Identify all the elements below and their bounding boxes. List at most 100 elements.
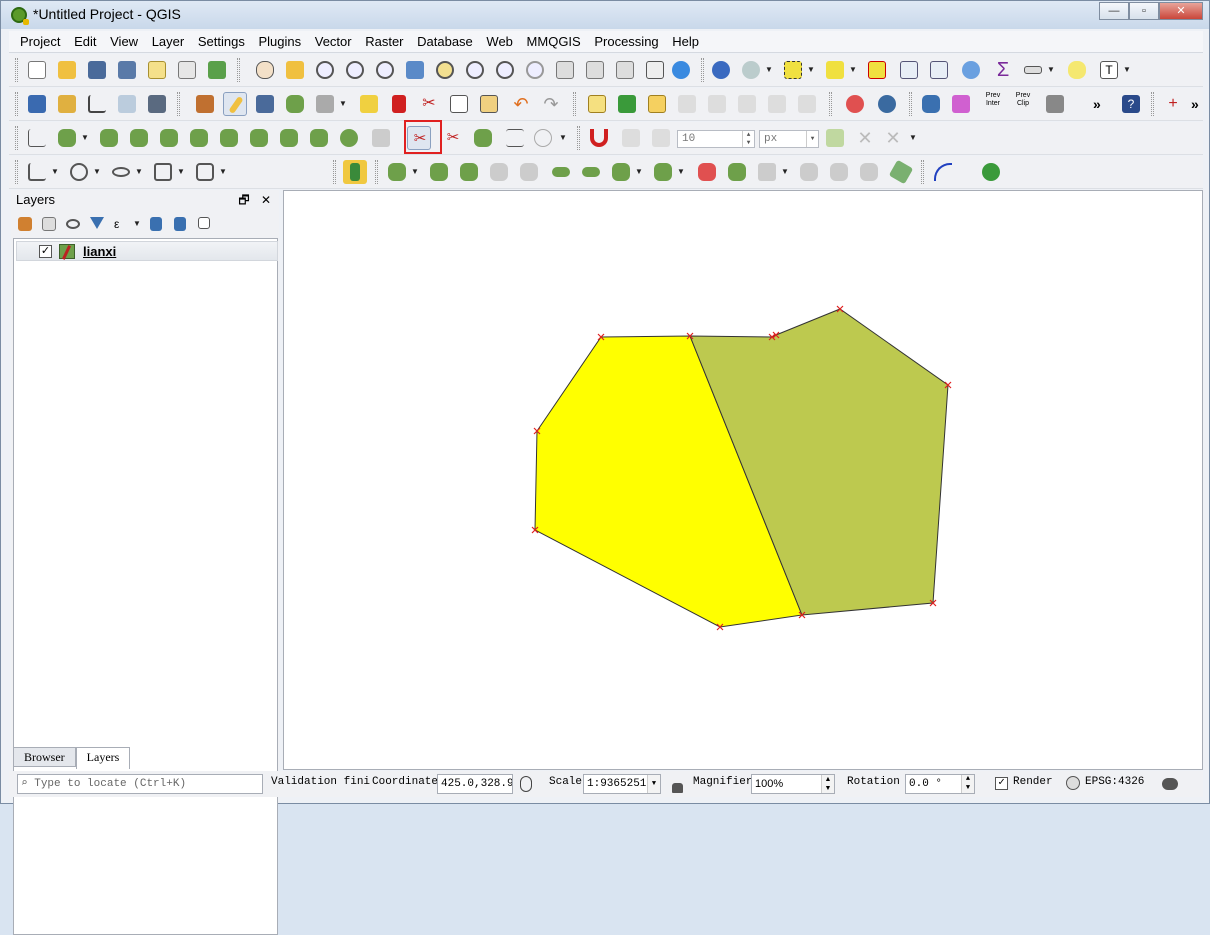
zoom-out-icon[interactable] <box>343 58 367 82</box>
field-calculator-sigma-icon[interactable]: Σ <box>991 58 1015 82</box>
zoom-native-icon[interactable] <box>373 58 397 82</box>
magnifier-spinbox[interactable]: 100% ▲ ▼ <box>751 774 835 794</box>
intersection-plugin-icon[interactable] <box>949 92 973 116</box>
split-features-scissors-icon[interactable]: ✂ <box>441 126 465 150</box>
collapse-all-icon[interactable] <box>171 214 191 234</box>
split-polygon-icon[interactable] <box>385 160 409 184</box>
chevron-down-icon[interactable]: ▼ <box>765 58 773 82</box>
label-layer-icon[interactable] <box>585 92 609 116</box>
text-annotation-icon[interactable]: T <box>1097 58 1121 82</box>
rotate-point-symbols-icon[interactable] <box>531 126 555 150</box>
pin-labels-icon[interactable] <box>675 92 699 116</box>
select-features-icon[interactable] <box>781 58 805 82</box>
zoom-full-icon[interactable] <box>403 58 427 82</box>
chevron-down-icon[interactable]: ▼ <box>909 126 917 150</box>
chevron-down-icon[interactable]: ▼ <box>81 126 89 150</box>
run-feature-action-icon[interactable] <box>739 58 763 82</box>
show-hide-labels-icon[interactable] <box>705 92 729 116</box>
chevron-down-icon[interactable]: ▼ <box>219 160 227 184</box>
locate-search-input[interactable]: ⌕ Type to locate (Ctrl+K) <box>17 774 263 794</box>
save-as-button[interactable] <box>115 58 139 82</box>
toolbar-grip[interactable] <box>701 58 704 82</box>
tab-browser[interactable]: Browser <box>13 747 76 767</box>
polygon-tool-1-icon[interactable] <box>427 160 451 184</box>
toolbar-grip[interactable] <box>15 160 18 184</box>
select-by-value-icon[interactable] <box>823 58 847 82</box>
spinbox-arrows-icon[interactable]: ▲ ▼ <box>961 775 974 793</box>
toolbox-gear-icon[interactable] <box>959 58 983 82</box>
menu-processing[interactable]: Processing <box>589 31 663 53</box>
toolbar-grip[interactable] <box>829 92 832 116</box>
snap-to-intersections-icon[interactable]: ✕ <box>881 126 905 150</box>
tab-layers[interactable]: Layers <box>75 747 131 769</box>
delete-ring-icon[interactable] <box>247 126 271 150</box>
chevron-down-icon[interactable]: ▼ <box>807 58 815 82</box>
toolbar-grip[interactable] <box>573 92 576 116</box>
move-label-icon[interactable] <box>735 92 759 116</box>
toolbar-grip[interactable] <box>15 92 18 116</box>
layer-visibility-checkbox[interactable]: ✓ <box>39 245 52 258</box>
zoom-last-icon[interactable] <box>493 58 517 82</box>
chevron-down-icon[interactable]: ▼ <box>177 160 185 184</box>
new-map-view-icon[interactable] <box>553 58 577 82</box>
snapping-magnet-icon[interactable] <box>587 126 611 150</box>
add-rectangle-icon[interactable] <box>151 160 175 184</box>
coordinate-field[interactable]: 425.0,328.9 <box>437 774 513 794</box>
paste-features-icon[interactable] <box>477 92 501 116</box>
rotate-feature-icon[interactable] <box>97 126 121 150</box>
toolbar-grip[interactable] <box>921 160 924 184</box>
modify-attributes-icon[interactable] <box>357 92 381 116</box>
toolbar-grip[interactable] <box>15 58 18 82</box>
map-canvas[interactable] <box>283 190 1203 770</box>
undo-icon[interactable]: ↶ <box>509 92 533 116</box>
merge-attributes-icon[interactable] <box>503 126 527 150</box>
preview-intersection-button[interactable]: Prev Inter <box>981 92 1005 116</box>
toolbar-grip[interactable] <box>1151 92 1154 116</box>
rotation-spinbox[interactable]: 0.0 ° ▲ ▼ <box>905 774 975 794</box>
chevron-down-icon[interactable]: ▼ <box>647 775 660 793</box>
add-polygon-feature-icon[interactable] <box>283 92 307 116</box>
save-layer-edits-icon[interactable] <box>253 92 277 116</box>
show-bookmarks-icon[interactable] <box>643 58 667 82</box>
layout-manager-button[interactable] <box>175 58 199 82</box>
spinbox-arrows-icon[interactable]: ▲ ▼ <box>821 775 834 793</box>
deselect-features-icon[interactable] <box>865 58 889 82</box>
toolbar-grip[interactable] <box>577 126 580 150</box>
polygon-tool-12-icon[interactable] <box>797 160 821 184</box>
close-button[interactable]: ✕ <box>1159 2 1203 20</box>
snapping-type-icon[interactable] <box>649 126 673 150</box>
zoom-to-layer-icon[interactable] <box>463 58 487 82</box>
polygon-tool-9-icon[interactable] <box>695 160 719 184</box>
add-part-icon[interactable] <box>187 126 211 150</box>
redo-icon[interactable]: ↷ <box>539 92 563 116</box>
menu-database[interactable]: Database <box>412 31 478 53</box>
menu-plugins[interactable]: Plugins <box>253 31 306 53</box>
chevron-down-icon[interactable]: ▼ <box>559 126 567 150</box>
python-console-icon[interactable] <box>919 92 943 116</box>
data-source-manager-icon[interactable] <box>25 92 49 116</box>
bezier-curve-icon[interactable] <box>931 160 955 184</box>
manage-map-themes-eye-icon[interactable] <box>63 214 83 234</box>
new-geopackage-layer-icon[interactable] <box>55 92 79 116</box>
menu-web[interactable]: Web <box>481 31 518 53</box>
zoom-next-icon[interactable] <box>523 58 547 82</box>
toolbar-grip[interactable] <box>177 92 180 116</box>
polygon-tool-5-icon[interactable] <box>549 160 573 184</box>
vertex-tool-icon[interactable] <box>313 92 337 116</box>
new-3d-map-view-icon[interactable] <box>583 58 607 82</box>
digitizing-plugin-icon[interactable] <box>343 160 367 184</box>
add-ellipse-icon[interactable] <box>109 160 133 184</box>
cut-features-scissors-icon[interactable]: ✂ <box>417 92 441 116</box>
snapping-mode-icon[interactable] <box>619 126 643 150</box>
coordinate-capture-icon[interactable]: + <box>1161 92 1185 116</box>
rotate-label-icon[interactable] <box>765 92 789 116</box>
delete-selected-trash-icon[interactable] <box>387 92 411 116</box>
add-vector-layer-icon[interactable] <box>85 92 109 116</box>
add-gps-layer-icon[interactable] <box>145 92 169 116</box>
zoom-in-icon[interactable] <box>313 58 337 82</box>
simplify-feature-icon[interactable] <box>127 126 151 150</box>
lock-scale-icon[interactable] <box>669 773 689 795</box>
toggle-editing-pencil-icon[interactable] <box>223 92 247 116</box>
chevron-down-icon[interactable]: ▼ <box>1047 58 1055 82</box>
more-tools-chevron-icon[interactable]: » <box>1093 96 1101 112</box>
